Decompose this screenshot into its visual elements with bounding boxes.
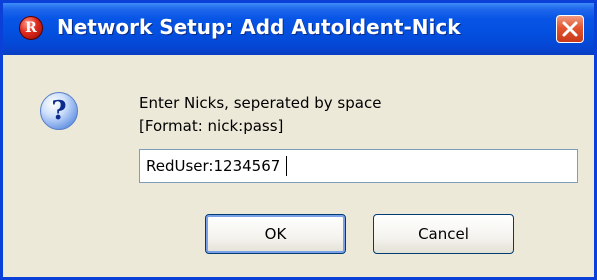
- close-icon: [562, 21, 578, 37]
- question-glyph: ?: [51, 96, 67, 126]
- title-bar[interactable]: R Network Setup: Add AutoIdent-Nick: [3, 3, 594, 55]
- text-caret: [286, 156, 287, 176]
- dialog-window: R Network Setup: Add AutoIdent-Nick ? En…: [0, 0, 597, 280]
- question-icon: ?: [40, 92, 78, 130]
- ok-button[interactable]: OK: [205, 214, 346, 254]
- prompt-text: Enter Nicks, seperated by space: [139, 94, 382, 112]
- close-button[interactable]: [556, 15, 584, 43]
- window-title: Network Setup: Add AutoIdent-Nick: [57, 15, 461, 39]
- cancel-button[interactable]: Cancel: [373, 214, 514, 254]
- app-logo-icon: R: [19, 16, 43, 40]
- dialog-body: ? Enter Nicks, seperated by space [Forma…: [3, 55, 594, 277]
- nicks-input[interactable]: [139, 149, 578, 183]
- format-hint: [Format: nick:pass]: [139, 117, 284, 135]
- app-logo-glyph: R: [25, 20, 37, 36]
